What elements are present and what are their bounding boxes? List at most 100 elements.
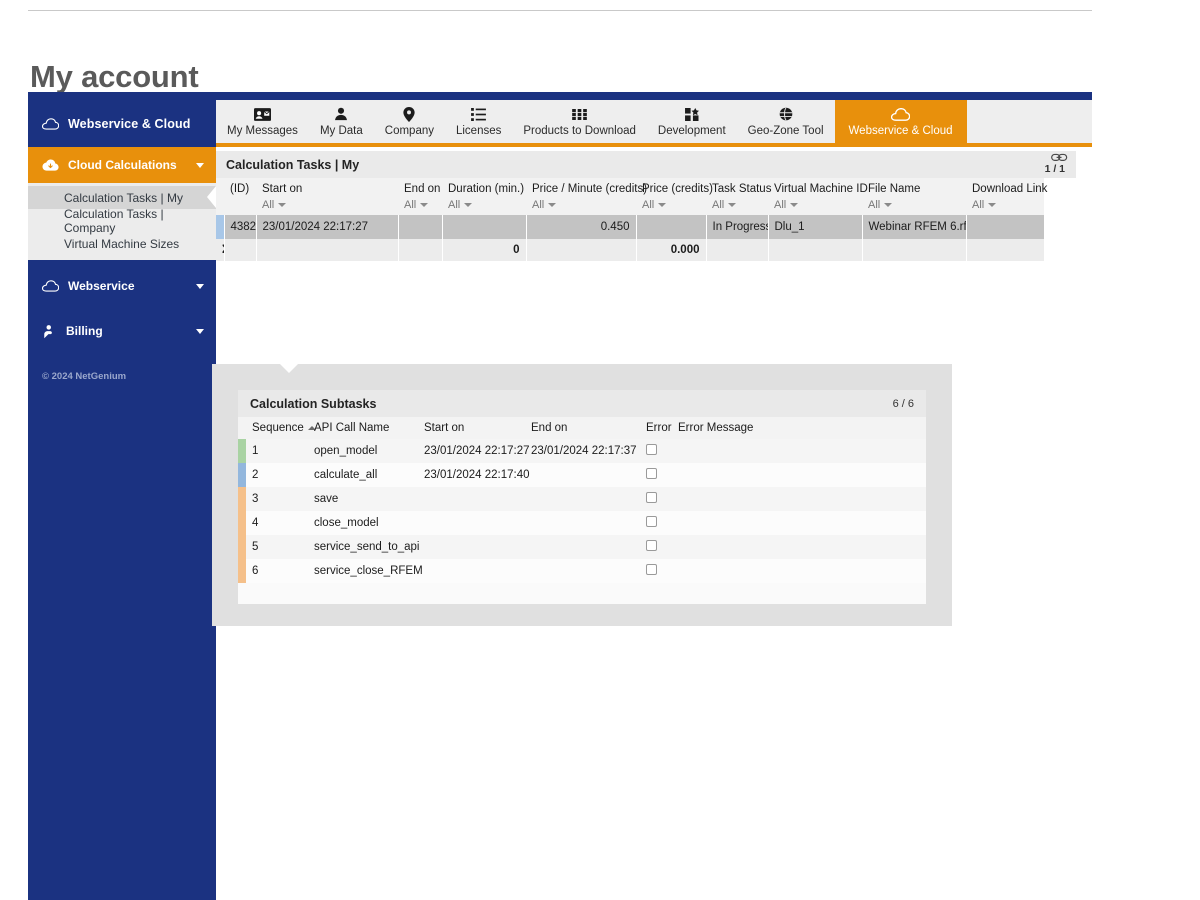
subtask-error <box>640 487 672 511</box>
error-checkbox[interactable] <box>646 492 657 503</box>
subtask-api-call-name: service_close_RFEM <box>308 559 423 583</box>
error-checkbox[interactable] <box>646 540 657 551</box>
subtask-flag <box>238 439 246 463</box>
tab-my-messages[interactable]: My Messages <box>216 100 309 143</box>
subtask-api-call-name: open_model <box>308 439 418 463</box>
cell-vm-id: Dlu_1 <box>767 215 862 239</box>
subtask-flag <box>238 463 246 487</box>
subtask-sequence: 5 <box>246 535 308 559</box>
sidebar-group-billing[interactable]: Billing <box>28 313 216 349</box>
cell-duration <box>441 215 526 239</box>
filter-task-status[interactable]: All <box>712 199 762 211</box>
subtask-error-message <box>672 559 926 583</box>
filter-download-link[interactable]: All <box>972 199 1038 211</box>
calculation-subtasks-table: Sequence API Call Name Start on End on E… <box>238 417 926 583</box>
tab-my-data[interactable]: My Data <box>309 100 374 143</box>
subtask-row[interactable]: 5 service_send_to_api <box>238 535 926 559</box>
col-error-message[interactable]: Error Message <box>672 417 926 439</box>
summary-sigma: Σ <box>216 239 224 261</box>
tab-company[interactable]: Company <box>374 100 445 143</box>
tab-geo-zone-tool[interactable]: Geo-Zone Tool <box>737 100 835 143</box>
subtasks-title: Calculation Subtasks <box>250 396 377 411</box>
col-sequence[interactable]: Sequence <box>246 417 316 439</box>
subtask-row[interactable]: 4 close_model <box>238 511 926 535</box>
top-navigation: My Messages My Data Company Licenses Pro… <box>216 100 1092 147</box>
list-icon <box>471 107 487 122</box>
error-checkbox[interactable] <box>646 516 657 527</box>
cell-download-link <box>965 215 1044 239</box>
filter-file-name[interactable]: All <box>868 199 960 211</box>
sidebar-header-label: Webservice & Cloud <box>68 116 191 131</box>
subtask-sequence: 6 <box>246 559 308 583</box>
tab-licenses[interactable]: Licenses <box>445 100 512 143</box>
col-error[interactable]: Error <box>640 417 672 439</box>
subtask-api-call-name: service_send_to_api <box>308 535 420 559</box>
subtask-start-on: 23/01/2024 22:17:40 <box>418 463 530 487</box>
filter-price[interactable]: All <box>642 199 700 211</box>
sidebar-group-cloud-calculations[interactable]: Cloud Calculations <box>28 147 216 183</box>
contact-card-icon <box>253 107 271 122</box>
summary-task-status <box>705 239 768 261</box>
filter-price-per-minute[interactable]: All <box>532 199 630 211</box>
subtask-row[interactable]: 2 calculate_all 23/01/2024 22:17:40 <box>238 463 926 487</box>
chevron-down-icon <box>278 203 287 208</box>
tab-label: Geo-Zone Tool <box>747 124 824 137</box>
col-id: (ID) <box>224 178 256 215</box>
cell-id: 4382 <box>223 215 256 239</box>
sidebar-item-calculation-tasks-company[interactable]: Calculation Tasks | Company <box>28 207 216 235</box>
error-checkbox[interactable] <box>646 564 657 575</box>
error-checkbox[interactable] <box>646 444 657 455</box>
table-summary-row: Σ 0 0.000 <box>216 239 1044 261</box>
subtask-end-on <box>525 559 640 583</box>
page-title: My account <box>30 58 199 94</box>
col-file-name: File Name All <box>862 178 966 215</box>
col-end-on[interactable]: End on <box>525 417 640 439</box>
subtask-start-on <box>418 559 525 583</box>
subtasks-header-row: Sequence API Call Name Start on End on E… <box>238 417 926 439</box>
subtask-error-message <box>672 463 926 487</box>
subtasks-container: Calculation Subtasks 6 / 6 Sequence API … <box>212 364 952 626</box>
summary-file-name <box>861 239 966 261</box>
cell-task-status: In Progress <box>705 215 768 239</box>
tab-development[interactable]: Development <box>647 100 737 143</box>
tab-label: Company <box>384 124 434 137</box>
summary-price-per-minute <box>525 239 636 261</box>
cloud-icon <box>891 107 911 122</box>
subtask-row[interactable]: 6 service_close_RFEM <box>238 559 926 583</box>
cell-price-per-minute: 0.450 <box>525 215 636 239</box>
filter-vm-id[interactable]: All <box>774 199 856 211</box>
cloud-download-icon <box>42 159 59 172</box>
hand-coin-icon <box>42 324 57 339</box>
chevron-down-icon <box>548 203 557 208</box>
subtask-flag <box>238 511 246 535</box>
col-api-call-name[interactable]: API Call Name <box>308 417 418 439</box>
subtask-row[interactable]: 1 open_model 23/01/2024 22:17:27 23/01/2… <box>238 439 926 463</box>
col-vm-id: Virtual Machine ID All <box>768 178 868 215</box>
page-root: My account Webservice & Cloud Cloud Calc… <box>0 0 1200 900</box>
tab-products-to-download[interactable]: Products to Download <box>512 100 647 143</box>
tab-webservice-and-cloud[interactable]: Webservice & Cloud <box>834 100 967 143</box>
filter-start-on[interactable]: All <box>262 199 392 211</box>
subtask-error <box>640 439 672 463</box>
calculation-subtasks-panel: Calculation Subtasks 6 / 6 Sequence API … <box>238 390 926 604</box>
summary-price: 0.000 <box>635 239 706 261</box>
chevron-down-icon <box>728 203 737 208</box>
sidebar-copyright: © 2024 NetGenium <box>42 371 127 382</box>
location-pin-icon <box>403 106 415 122</box>
subtasks-count: 6 / 6 <box>892 397 914 410</box>
error-checkbox[interactable] <box>646 468 657 479</box>
subtask-start-on <box>418 511 525 535</box>
table-row[interactable]: 4382 23/01/2024 22:17:27 0.450 In Progre… <box>216 215 1044 239</box>
filter-duration[interactable]: All <box>448 199 520 211</box>
calculation-tasks-table: (ID) Start on All End on All Duration (m… <box>216 178 1047 261</box>
sidebar-group-webservice[interactable]: Webservice <box>28 268 216 304</box>
person-icon <box>334 107 348 122</box>
subtask-flag <box>238 487 246 511</box>
col-start-on[interactable]: Start on <box>418 417 525 439</box>
filter-end-on[interactable]: All <box>404 199 436 211</box>
sidebar-item-label: Virtual Machine Sizes <box>64 236 180 251</box>
sidebar-item-virtual-machine-sizes[interactable]: Virtual Machine Sizes <box>28 232 216 255</box>
sidebar-group-label: Cloud Calculations <box>68 158 177 172</box>
table-header-row: (ID) Start on All End on All Duration (m… <box>216 178 1047 215</box>
subtask-row[interactable]: 3 save <box>238 487 926 511</box>
